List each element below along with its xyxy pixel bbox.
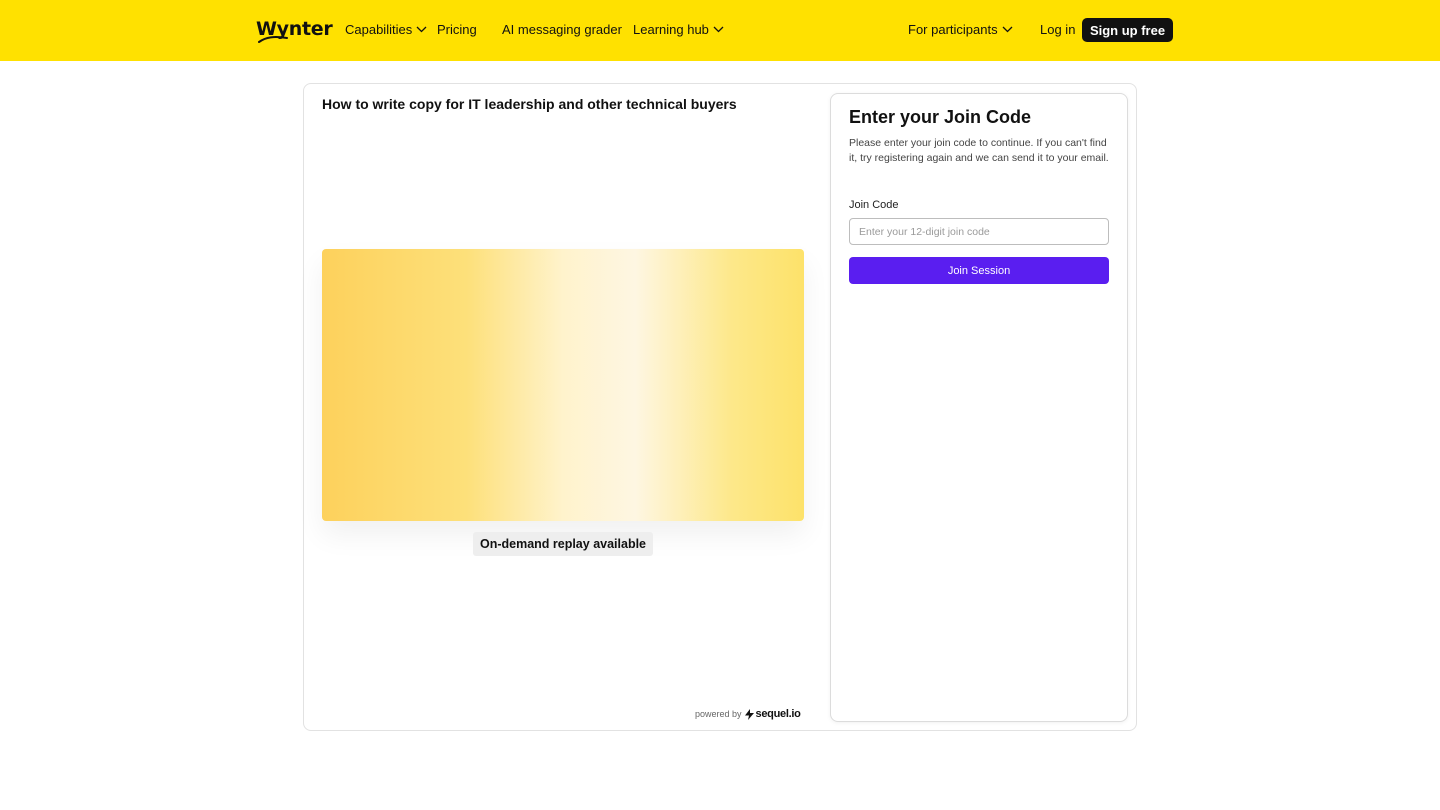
- login-label: Log in: [1040, 22, 1076, 37]
- join-code-label: Join Code: [849, 199, 899, 211]
- signup-label: Sign up free: [1089, 22, 1166, 38]
- bolt-icon: [744, 708, 754, 720]
- event-hero-image: [322, 249, 804, 521]
- event-card: How to write copy for IT leadership and …: [303, 83, 1137, 731]
- nav-capabilities[interactable]: Capabilities: [345, 22, 427, 37]
- sequel-logo: sequel.io: [744, 708, 801, 720]
- login-link[interactable]: Log in: [1040, 22, 1075, 37]
- chevron-down-icon: [1002, 26, 1013, 33]
- signup-button[interactable]: Sign up free: [1082, 18, 1173, 42]
- event-title: How to write copy for IT leadership and …: [322, 96, 737, 112]
- sequel-brand: sequel.io: [755, 708, 801, 720]
- replay-badge-label: On-demand replay available: [479, 537, 647, 551]
- nav-ai-messaging-grader[interactable]: AI messaging grader: [502, 22, 622, 37]
- join-panel: Enter your Join Code Please enter your j…: [830, 93, 1128, 722]
- chevron-down-icon: [713, 26, 724, 33]
- join-code-input[interactable]: [849, 218, 1109, 245]
- nav-pricing[interactable]: Pricing: [437, 22, 477, 37]
- join-heading: Enter your Join Code: [849, 107, 1032, 127]
- powered-by[interactable]: powered by sequel.io: [695, 708, 801, 720]
- nav-learning-hub-label: Learning hub: [633, 22, 709, 37]
- join-session-button[interactable]: Join Session: [849, 257, 1109, 284]
- nav-pricing-label: Pricing: [437, 22, 477, 37]
- nav-capabilities-label: Capabilities: [345, 22, 413, 37]
- logo-swoosh-icon: [258, 36, 288, 43]
- nav-for-participants-label: For participants: [908, 22, 998, 37]
- powered-by-label: powered by: [695, 709, 742, 719]
- replay-badge: On-demand replay available: [473, 532, 653, 556]
- join-description: Please enter your join code to continue.…: [849, 137, 1109, 164]
- nav-learning-hub[interactable]: Learning hub: [633, 22, 724, 37]
- nav-for-participants[interactable]: For participants: [908, 22, 1013, 37]
- top-nav: Wynter Capabilities Pricing AI messaging…: [0, 0, 1440, 61]
- chevron-down-icon: [416, 26, 427, 33]
- nav-ai-messaging-grader-label: AI messaging grader: [502, 22, 622, 37]
